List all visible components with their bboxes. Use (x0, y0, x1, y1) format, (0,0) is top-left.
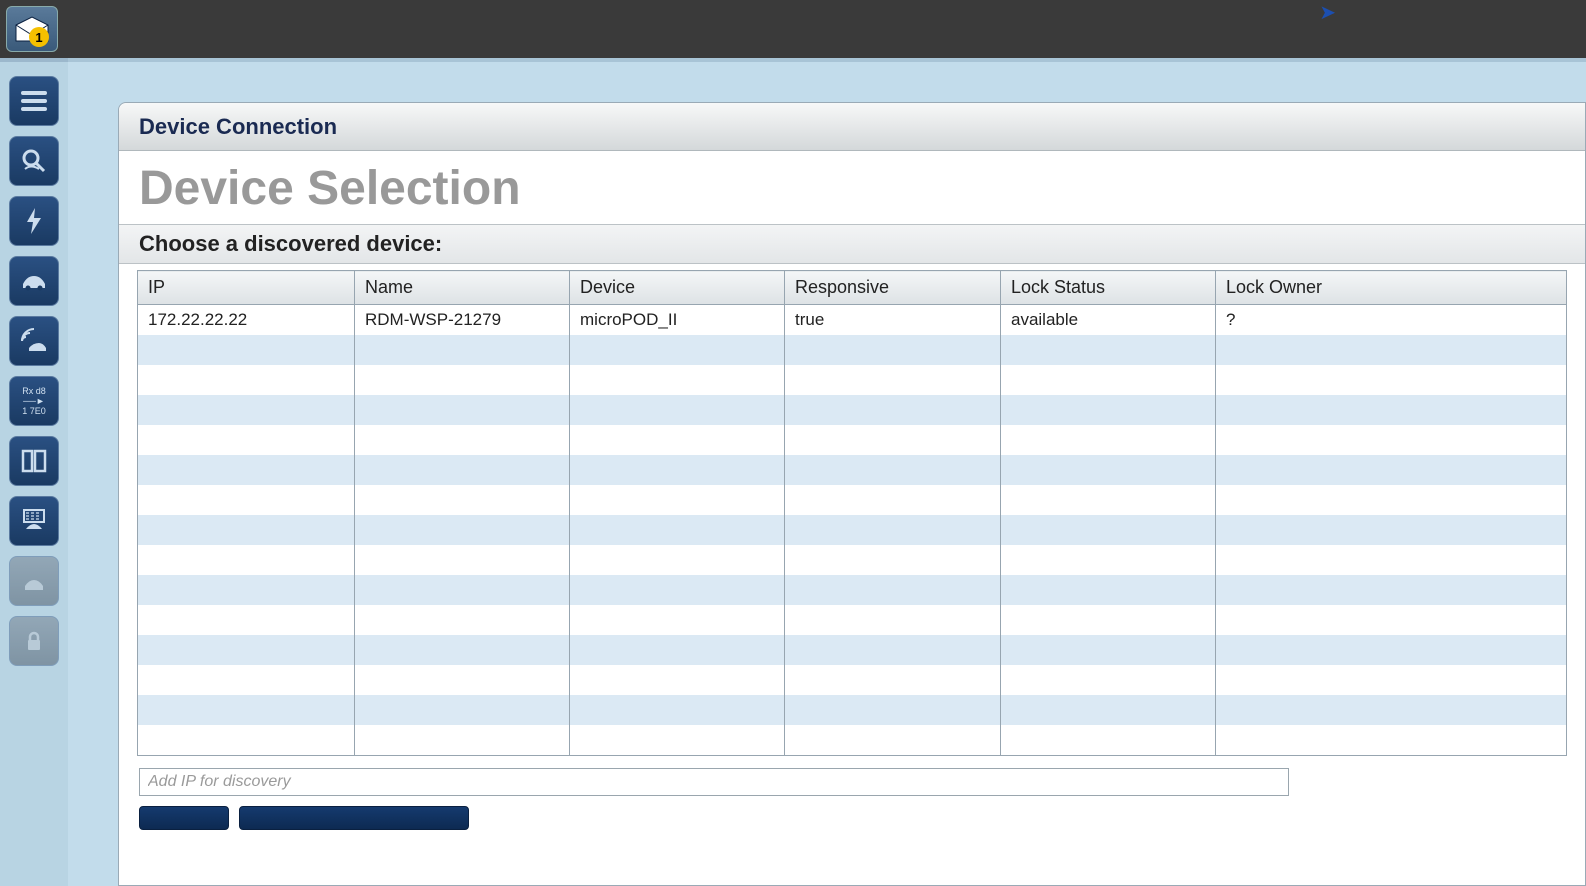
table-row[interactable] (138, 575, 1567, 605)
table-row[interactable]: 172.22.22.22RDM-WSP-21279microPOD_IItrue… (138, 305, 1567, 336)
scan-button[interactable] (9, 136, 59, 186)
table-row[interactable] (138, 335, 1567, 365)
table-row[interactable] (138, 365, 1567, 395)
menu-button[interactable] (9, 76, 59, 126)
action-button-1[interactable] (139, 806, 229, 830)
scan-vehicle-icon (19, 146, 49, 176)
inbox-badge: 1 (29, 27, 49, 47)
lock-icon (19, 626, 49, 656)
vehicle-data-icon (19, 506, 49, 536)
data-button[interactable] (9, 496, 59, 546)
layout-button[interactable] (9, 436, 59, 486)
lock-button (9, 616, 59, 666)
config-button (9, 556, 59, 606)
table-row[interactable] (138, 425, 1567, 455)
page-title: Device Selection (119, 157, 1585, 224)
table-row[interactable] (138, 545, 1567, 575)
cursor-icon: ➤ (1319, 0, 1336, 25)
address-button[interactable]: Rx d8──►1 7E0 (9, 376, 59, 426)
flash-icon (19, 206, 49, 236)
subhead: Choose a discovered device: (139, 231, 1565, 257)
device-table[interactable]: IP Name Device Responsive Lock Status Lo… (137, 270, 1567, 756)
layout-icon (19, 446, 49, 476)
vehicle-button[interactable] (9, 256, 59, 306)
panel-header: Device Connection (119, 103, 1585, 151)
cell-device: microPOD_II (570, 305, 785, 336)
col-responsive[interactable]: Responsive (785, 271, 1001, 305)
topbar: 1 ➤ (0, 0, 1586, 58)
cell-lock_owner: ? (1216, 305, 1567, 336)
table-row[interactable] (138, 635, 1567, 665)
table-row[interactable] (138, 395, 1567, 425)
table-row[interactable] (138, 455, 1567, 485)
col-device[interactable]: Device (570, 271, 785, 305)
vehicle-icon (19, 266, 49, 296)
col-lock-status[interactable]: Lock Status (1001, 271, 1216, 305)
cell-responsive: true (785, 305, 1001, 336)
table-row[interactable] (138, 605, 1567, 635)
inbox-button[interactable]: 1 (6, 6, 58, 52)
panel-header-title: Device Connection (139, 114, 337, 140)
wireless-button[interactable] (9, 316, 59, 366)
table-header-row: IP Name Device Responsive Lock Status Lo… (138, 271, 1567, 305)
col-lock-owner[interactable]: Lock Owner (1216, 271, 1567, 305)
cell-ip: 172.22.22.22 (138, 305, 355, 336)
device-connection-panel: Device Connection Device Selection Choos… (118, 102, 1586, 886)
table-row[interactable] (138, 665, 1567, 695)
action-button-2[interactable] (239, 806, 469, 830)
cell-lock_status: available (1001, 305, 1216, 336)
cell-name: RDM-WSP-21279 (355, 305, 570, 336)
button-row (119, 800, 1585, 836)
main-content: Device Connection Device Selection Choos… (68, 58, 1586, 886)
sidebar: Rx d8──►1 7E0 (0, 58, 68, 886)
col-ip[interactable]: IP (138, 271, 355, 305)
vehicle-config-icon (19, 566, 49, 596)
flash-button[interactable] (9, 196, 59, 246)
menu-icon (19, 86, 49, 116)
table-row[interactable] (138, 695, 1567, 725)
table-row[interactable] (138, 515, 1567, 545)
table-row[interactable] (138, 725, 1567, 756)
add-ip-input[interactable] (139, 768, 1289, 796)
address-icon: Rx d8──►1 7E0 (22, 386, 46, 416)
wifi-vehicle-icon (19, 326, 49, 356)
table-row[interactable] (138, 485, 1567, 515)
col-name[interactable]: Name (355, 271, 570, 305)
